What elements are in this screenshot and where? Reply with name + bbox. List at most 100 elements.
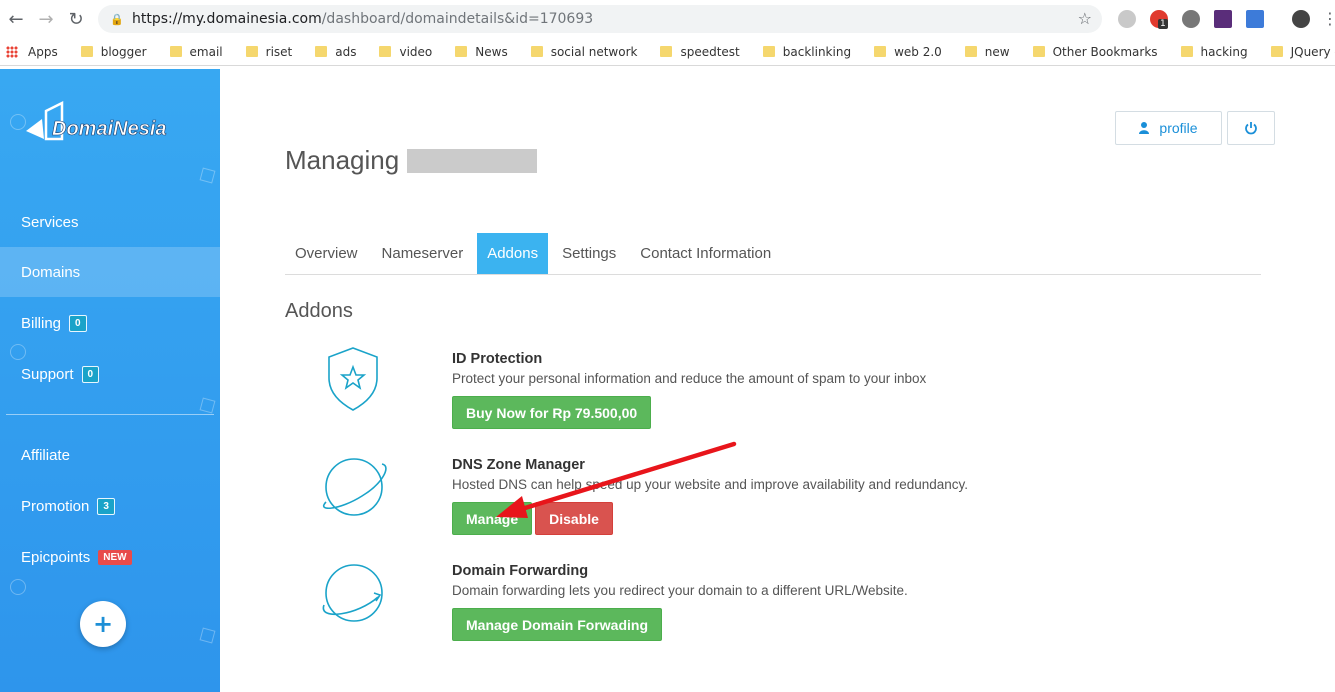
sidebar-item-affiliate[interactable]: Affiliate — [0, 430, 220, 480]
profile-avatar-icon[interactable] — [1292, 10, 1310, 28]
bookmarks-bar: Apps blogger email riset ads video News social … — [0, 38, 1335, 66]
sidebar: DomaiNesia Services Domains Billing 0 Sup… — [0, 69, 220, 692]
forward-icon[interactable]: → — [32, 5, 60, 33]
bookmark-item[interactable]: email — [164, 45, 223, 59]
bookmark-item[interactable]: JQuery - how to appe — [1265, 45, 1335, 59]
bookmark-item[interactable]: ads — [309, 45, 356, 59]
bookmark-label: video — [399, 44, 433, 59]
folder-icon — [245, 46, 258, 57]
addon-name: DNS Zone Manager — [452, 457, 585, 473]
folder-icon — [1270, 46, 1283, 57]
sidebar-item-epicpoints[interactable]: Epicpoints NEW — [0, 532, 220, 582]
addon-name: Domain Forwarding — [452, 563, 589, 579]
folder-icon — [80, 46, 93, 57]
folder-icon — [1180, 46, 1193, 57]
reload-icon[interactable]: ↻ — [62, 5, 90, 33]
bookmark-label: JQuery - how to appe — [1290, 44, 1335, 59]
folder-icon — [660, 46, 673, 57]
menu-dots-icon[interactable]: ⋮ — [1322, 9, 1335, 28]
extension-map-icon[interactable] — [1246, 10, 1264, 28]
sidebar-item-billing[interactable]: Billing 0 — [0, 298, 220, 348]
sidebar-item-label: Promotion — [21, 497, 90, 515]
bookmark-label: Apps — [28, 44, 58, 59]
planet-icon — [323, 458, 387, 516]
bookmark-label: riset — [265, 44, 293, 59]
sidebar-item-label: Support — [21, 365, 74, 383]
bookmark-label: web 2.0 — [894, 44, 942, 59]
bookmark-item[interactable]: new — [959, 45, 1010, 59]
folder-icon — [315, 46, 328, 57]
addon-description: Hosted DNS can help speed up your websit… — [452, 477, 969, 492]
page-title-text: Managing — [285, 145, 400, 175]
sidebar-divider — [6, 414, 214, 415]
tab-settings[interactable]: Settings — [552, 233, 626, 274]
profile-button[interactable]: profile — [1115, 111, 1222, 145]
section-title: Addons — [285, 300, 353, 322]
tab-overview[interactable]: Overview — [285, 233, 368, 274]
bookmark-item[interactable]: blogger — [75, 45, 147, 59]
bookmark-item[interactable]: web 2.0 — [868, 45, 942, 59]
bookmark-item[interactable]: News — [449, 44, 508, 59]
decor-square — [199, 397, 216, 414]
tab-nameserver[interactable]: Nameserver — [372, 233, 474, 274]
bookmark-item[interactable]: hacking — [1175, 45, 1248, 59]
sidebar-item-support[interactable]: Support 0 — [0, 349, 220, 399]
tab-contact-information[interactable]: Contact Information — [630, 233, 781, 274]
sidebar-item-label: Affiliate — [21, 446, 70, 464]
add-button[interactable]: + — [80, 601, 126, 647]
extension-red-icon[interactable]: 1 — [1150, 10, 1168, 29]
bookmark-item[interactable]: riset — [240, 44, 293, 59]
extension-gear-icon[interactable] — [1182, 10, 1200, 28]
addon-id-protection: ID Protection Protect your personal info… — [452, 351, 926, 429]
bookmark-label: ads — [335, 44, 357, 59]
addon-description: Protect your personal information and re… — [452, 371, 927, 386]
billing-count-badge: 0 — [69, 314, 87, 332]
folder-icon — [964, 46, 977, 57]
profile-label: profile — [1159, 120, 1198, 136]
sidebar-item-services[interactable]: Services — [0, 197, 220, 247]
disable-dns-button[interactable]: Disable — [535, 502, 613, 535]
manage-dns-button[interactable]: Manage — [452, 502, 533, 535]
power-icon — [1245, 122, 1257, 135]
domain-tabs: Overview Nameserver Addons Settings Cont… — [285, 233, 1261, 275]
folder-icon — [762, 46, 775, 57]
sidebar-item-label: Epicpoints — [21, 548, 91, 566]
support-count-badge: 0 — [81, 365, 100, 383]
redacted-domain-name — [407, 148, 538, 173]
bookmark-item[interactable]: Other Bookmarks — [1027, 45, 1158, 59]
decor-square — [199, 627, 216, 644]
address-bar[interactable]: 🔒 https://my.domainesia.com/dashboard/do… — [98, 5, 1102, 33]
logout-button[interactable] — [1227, 111, 1275, 145]
folder-icon — [530, 46, 543, 57]
buy-id-protection-button[interactable]: Buy Now for Rp 79.500,00 — [452, 396, 652, 429]
bookmark-item[interactable]: social network — [525, 45, 637, 59]
bookmark-star-icon[interactable]: ☆ — [1078, 9, 1092, 28]
bookmark-item[interactable]: speedtest — [654, 45, 740, 59]
bookmark-label: blogger — [100, 44, 147, 59]
bookmark-label: Other Bookmarks — [1052, 44, 1158, 59]
bookmark-label: hacking — [1200, 44, 1248, 59]
bookmark-item[interactable]: video — [373, 45, 432, 59]
extension-purple-icon[interactable] — [1214, 10, 1232, 28]
sidebar-item-promotion[interactable]: Promotion 3 — [0, 481, 220, 531]
url-text: https://my.domainesia.com/dashboard/doma… — [132, 11, 594, 27]
domainesia-logo: DomaiNesia — [26, 100, 167, 140]
extension-k-icon[interactable] — [1118, 10, 1136, 28]
addon-domain-forwarding: Domain Forwarding Domain forwarding lets… — [452, 563, 908, 641]
page-title: Managing — [285, 145, 538, 176]
manage-domain-forwarding-button[interactable]: Manage Domain Forwading — [452, 608, 663, 641]
plus-icon: + — [92, 610, 114, 638]
bookmark-label: new — [984, 44, 1010, 59]
bookmark-apps[interactable]: Apps — [0, 45, 58, 59]
back-icon[interactable]: ← — [2, 5, 30, 33]
bookmark-label: email — [189, 44, 223, 59]
addon-description: Domain forwarding lets you redirect your… — [452, 583, 908, 598]
user-icon — [1139, 122, 1150, 134]
bookmark-item[interactable]: backlinking — [757, 45, 851, 59]
tab-addons[interactable]: Addons — [477, 233, 549, 274]
extension-badge: 1 — [1158, 19, 1168, 29]
lock-icon: 🔒 — [110, 12, 124, 26]
bookmark-label: News — [475, 44, 508, 59]
folder-icon — [455, 46, 468, 57]
sidebar-item-domains[interactable]: Domains — [0, 247, 220, 297]
